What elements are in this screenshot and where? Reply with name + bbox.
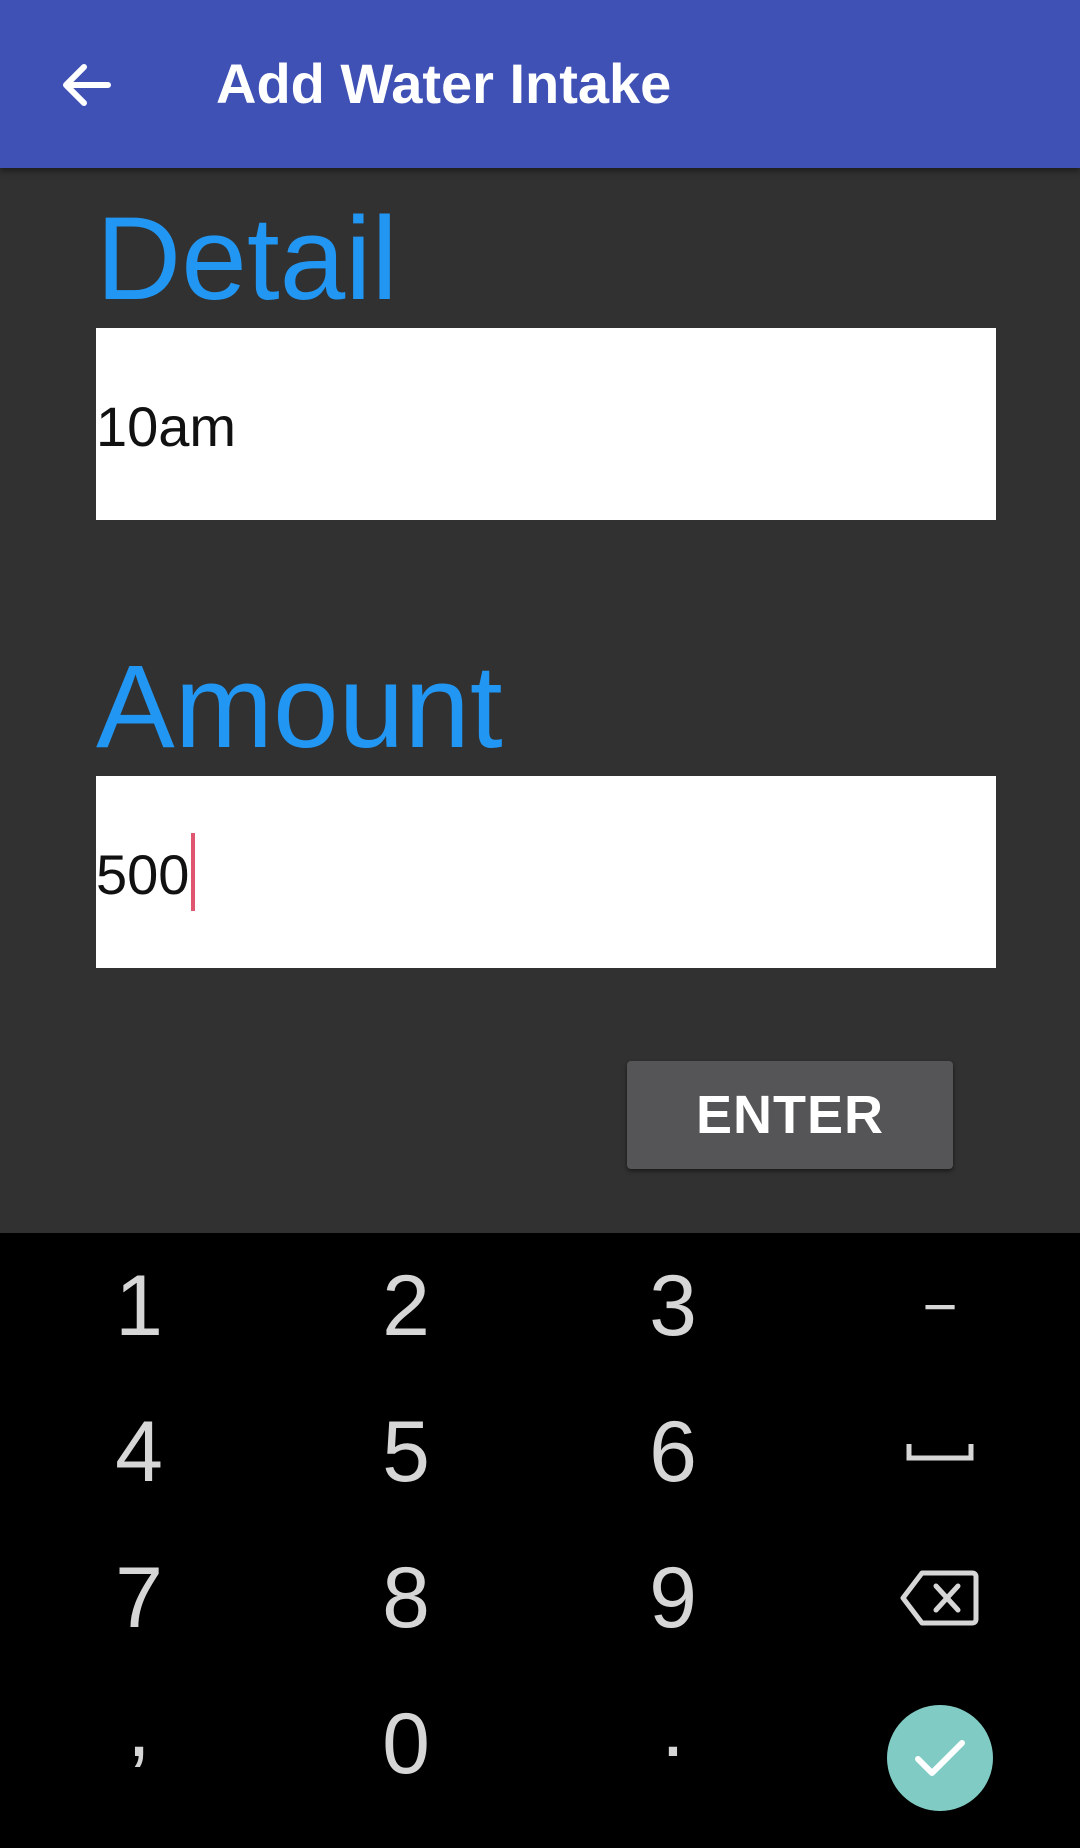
app-bar: Add Water Intake xyxy=(0,0,1080,168)
numeric-keyboard: 1 2 3 − 4 5 6 7 8 9 , 0 . xyxy=(0,1233,1080,1848)
key-1[interactable]: 1 xyxy=(39,1233,239,1379)
key-7[interactable]: 7 xyxy=(39,1525,239,1671)
space-icon xyxy=(906,1444,974,1461)
detail-value: 10am xyxy=(96,394,237,458)
page-title: Add Water Intake xyxy=(216,52,672,115)
back-button[interactable] xyxy=(50,50,120,120)
text-cursor xyxy=(191,833,196,911)
key-period[interactable]: . xyxy=(573,1671,773,1817)
key-8[interactable]: 8 xyxy=(306,1525,506,1671)
key-comma[interactable]: , xyxy=(39,1671,239,1817)
key-space[interactable] xyxy=(840,1379,1040,1525)
backspace-icon xyxy=(900,1570,979,1626)
key-4[interactable]: 4 xyxy=(39,1379,239,1525)
done-key[interactable] xyxy=(887,1705,993,1811)
key-6[interactable]: 6 xyxy=(573,1379,773,1525)
detail-field[interactable]: 10am xyxy=(96,328,996,520)
amount-label: Amount xyxy=(96,641,503,773)
enter-button[interactable]: ENTER xyxy=(627,1061,953,1169)
arrow-back-icon xyxy=(63,64,111,106)
detail-label: Detail xyxy=(96,193,398,325)
key-0[interactable]: 0 xyxy=(306,1671,506,1817)
key-2[interactable]: 2 xyxy=(306,1233,506,1379)
amount-value: 500 xyxy=(96,842,190,906)
key-5[interactable]: 5 xyxy=(306,1379,506,1525)
amount-field[interactable]: 500 xyxy=(96,776,996,968)
form-content: Detail 10am Amount 500 ENTER xyxy=(0,168,1080,1233)
key-backspace[interactable] xyxy=(840,1525,1040,1671)
done-check-icon xyxy=(915,1740,965,1776)
key-9[interactable]: 9 xyxy=(573,1525,773,1671)
key-3[interactable]: 3 xyxy=(573,1233,773,1379)
key-minus[interactable]: − xyxy=(840,1233,1040,1379)
